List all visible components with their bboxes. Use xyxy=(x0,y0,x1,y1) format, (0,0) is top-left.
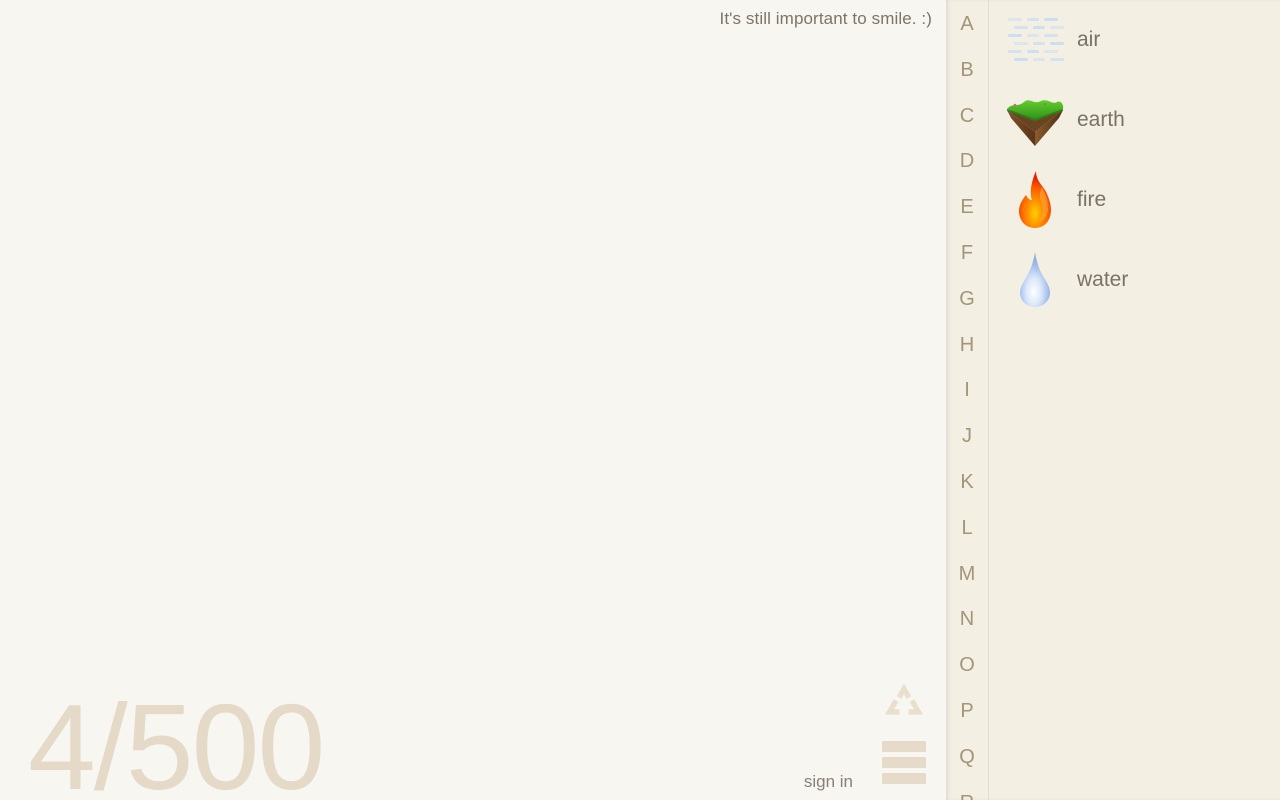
air-icon xyxy=(1003,8,1067,72)
alpha-index-q[interactable]: Q xyxy=(946,746,988,769)
alpha-index-i[interactable]: I xyxy=(946,379,988,402)
alpha-index-e[interactable]: E xyxy=(946,196,988,219)
alphabet-index[interactable]: ABCDEFGHIJKLMNOPQ R xyxy=(946,0,988,800)
menu-bar xyxy=(882,757,926,768)
air-dash xyxy=(1008,18,1022,21)
air-dash xyxy=(1008,34,1022,37)
element-item-earth[interactable]: earth xyxy=(989,80,1280,160)
alpha-index-g[interactable]: G xyxy=(946,288,988,311)
alpha-index-f[interactable]: F xyxy=(946,242,988,265)
alpha-index-a[interactable]: A xyxy=(946,13,988,36)
alpha-index-j[interactable]: J xyxy=(946,425,988,448)
element-label: earth xyxy=(1077,108,1125,131)
alpha-index-n[interactable]: N xyxy=(946,608,988,631)
alpha-index-c[interactable]: C xyxy=(946,105,988,128)
alpha-index-r[interactable]: R xyxy=(946,792,988,800)
water-icon-wrapper xyxy=(1003,248,1067,312)
fire-icon xyxy=(1019,171,1051,228)
air-dash xyxy=(1027,34,1039,37)
alpha-index-l[interactable]: L xyxy=(946,517,988,540)
recycle-icon[interactable] xyxy=(880,680,928,728)
air-dash xyxy=(1014,58,1028,61)
air-dash xyxy=(1033,26,1045,29)
sign-in-link[interactable]: sign in xyxy=(804,772,853,792)
menu-bar xyxy=(882,773,926,784)
alpha-index-m[interactable]: M xyxy=(946,563,988,586)
element-item-water[interactable]: water xyxy=(989,240,1280,320)
hint-message: It's still important to smile. :) xyxy=(719,9,932,28)
alpha-index-p[interactable]: P xyxy=(946,700,988,723)
earth-icon xyxy=(1007,100,1064,146)
air-dash xyxy=(1014,26,1028,29)
water-icon xyxy=(1020,252,1050,307)
air-dash xyxy=(1044,18,1058,21)
fire-icon-wrapper xyxy=(1003,168,1067,232)
element-label: water xyxy=(1077,268,1129,291)
menu-bar xyxy=(882,741,926,752)
air-dash xyxy=(1044,34,1058,37)
workspace-canvas[interactable]: It's still important to smile. :) 4/500 … xyxy=(0,0,946,800)
element-label: fire xyxy=(1077,188,1107,211)
element-item-fire[interactable]: fire xyxy=(989,160,1280,240)
element-list: air earth fire water xyxy=(989,0,1280,800)
earth-icon-wrapper xyxy=(1003,88,1067,152)
air-dash xyxy=(1050,58,1064,61)
alpha-index-k[interactable]: K xyxy=(946,471,988,494)
alpha-index-o[interactable]: O xyxy=(946,654,988,677)
alpha-index-h[interactable]: H xyxy=(946,334,988,357)
progress-counter: 4/500 xyxy=(28,679,325,800)
air-dash xyxy=(1027,18,1039,21)
element-label: air xyxy=(1077,28,1101,51)
elements-sidebar: ABCDEFGHIJKLMNOPQ R air earth fire water xyxy=(946,0,1280,800)
air-dash xyxy=(1044,50,1058,53)
alpha-index-d[interactable]: D xyxy=(946,150,988,173)
air-dash xyxy=(1014,42,1028,45)
air-dash xyxy=(1050,42,1064,45)
hamburger-menu-icon[interactable] xyxy=(880,738,928,786)
air-dash xyxy=(1050,26,1064,29)
air-dash xyxy=(1033,42,1045,45)
air-icon-wrapper xyxy=(1003,8,1067,72)
air-dash xyxy=(1033,58,1045,61)
air-dash xyxy=(1027,50,1039,53)
element-item-air[interactable]: air xyxy=(989,0,1280,80)
alpha-index-b[interactable]: B xyxy=(946,59,988,82)
air-dash xyxy=(1008,50,1022,53)
